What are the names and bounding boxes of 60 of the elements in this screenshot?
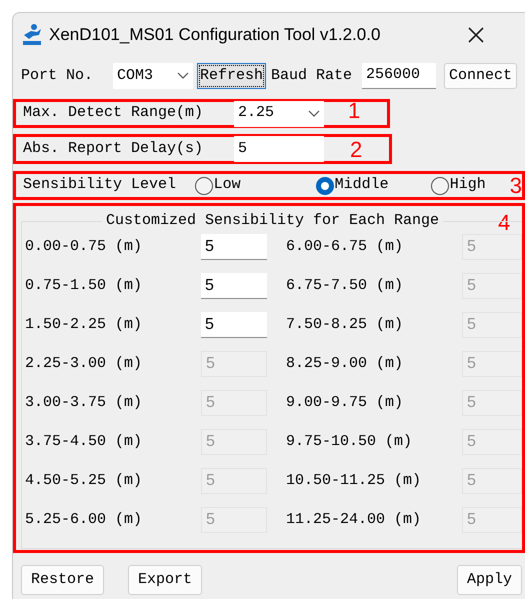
range-label: 9.00-9.75 (m) xyxy=(286,392,404,413)
port-label: Port No. xyxy=(21,66,94,86)
range-label: 4.50-5.25 (m) xyxy=(25,470,144,491)
report-delay-label: Abs. Report Delay(s) xyxy=(23,138,204,159)
baud-label: Baud Rate xyxy=(271,66,352,86)
sensitivity-field: 5 xyxy=(462,312,522,338)
sensitivity-field: 5 xyxy=(462,273,522,299)
sensitivity-field: 5 xyxy=(462,234,522,260)
sensitivity-field: 5 xyxy=(201,429,267,455)
sensitivity-field: 5 xyxy=(462,351,522,377)
delay-field[interactable]: 5 xyxy=(234,136,324,162)
range-label: 0.75-1.50 (m) xyxy=(25,276,144,296)
radio-button[interactable] xyxy=(194,176,213,194)
sensitivity-field: 5 xyxy=(462,507,522,533)
range-label: 2.25-3.00 (m) xyxy=(25,354,144,374)
range-label: 3.75-4.50 (m) xyxy=(25,432,144,452)
radio-button[interactable] xyxy=(316,176,334,194)
sensitivity-field: 5 xyxy=(201,507,267,533)
range-label: 5.25-6.00 (m) xyxy=(25,510,144,530)
connect-button[interactable]: Connect xyxy=(444,63,518,89)
range-label: 3.00-3.75 (m) xyxy=(25,392,144,413)
range-label: 6.00-6.75 (m) xyxy=(286,236,404,257)
max-range-label: Max. Detect Range(m) xyxy=(23,103,204,124)
radio-label: High xyxy=(450,175,486,196)
sensitivity-field: 5 xyxy=(462,468,522,494)
sensitivity-field[interactable]: 5 xyxy=(201,234,267,260)
chevron-down-icon xyxy=(308,110,320,118)
range-label: 9.75-10.50 (m) xyxy=(286,432,414,452)
annotation-number: 1 xyxy=(348,98,360,124)
radio-label: Middle xyxy=(334,175,389,196)
action-button[interactable]: Export xyxy=(128,565,202,595)
range-label: 7.50-8.25 (m) xyxy=(286,314,404,335)
sensitivity-field: 5 xyxy=(201,468,267,494)
range-label: 11.25-24.00 (m) xyxy=(286,510,422,530)
sensitivity-field: 5 xyxy=(201,390,267,416)
sensitivity-field: 5 xyxy=(462,390,522,416)
logo-icon xyxy=(21,23,43,47)
sensitivity-field[interactable]: 5 xyxy=(201,312,267,338)
refresh-button[interactable]: Refresh xyxy=(197,63,266,89)
window-title: XenD101_MS01 Configuration Tool v1.2.0.0 xyxy=(49,24,380,46)
close-icon[interactable] xyxy=(468,27,484,43)
radio-button[interactable] xyxy=(430,176,449,194)
baud-rate-field[interactable]: 256000 xyxy=(362,63,436,89)
sensibility-label: Sensibility Level xyxy=(23,175,178,196)
range-label: 1.50-2.25 (m) xyxy=(25,314,144,335)
sensitivity-field[interactable]: 5 xyxy=(201,273,267,299)
range-label: 6.75-7.50 (m) xyxy=(286,276,404,296)
action-button[interactable]: Restore xyxy=(21,565,104,595)
dropdown[interactable]: 2.25 xyxy=(234,100,324,126)
dropdown[interactable]: COM3 xyxy=(113,63,193,89)
range-label: 0.00-0.75 (m) xyxy=(25,236,144,257)
radio-label: Low xyxy=(214,175,241,196)
annotation-number: 2 xyxy=(350,136,362,162)
range-label: 8.25-9.00 (m) xyxy=(286,354,404,374)
annotation-number: 3 xyxy=(510,173,522,198)
action-button[interactable]: Apply xyxy=(456,565,522,595)
range-label: 10.50-11.25 (m) xyxy=(286,470,422,491)
sensitivity-field: 5 xyxy=(201,351,267,377)
chevron-down-icon xyxy=(177,72,189,80)
sensitivity-field: 5 xyxy=(462,429,522,455)
